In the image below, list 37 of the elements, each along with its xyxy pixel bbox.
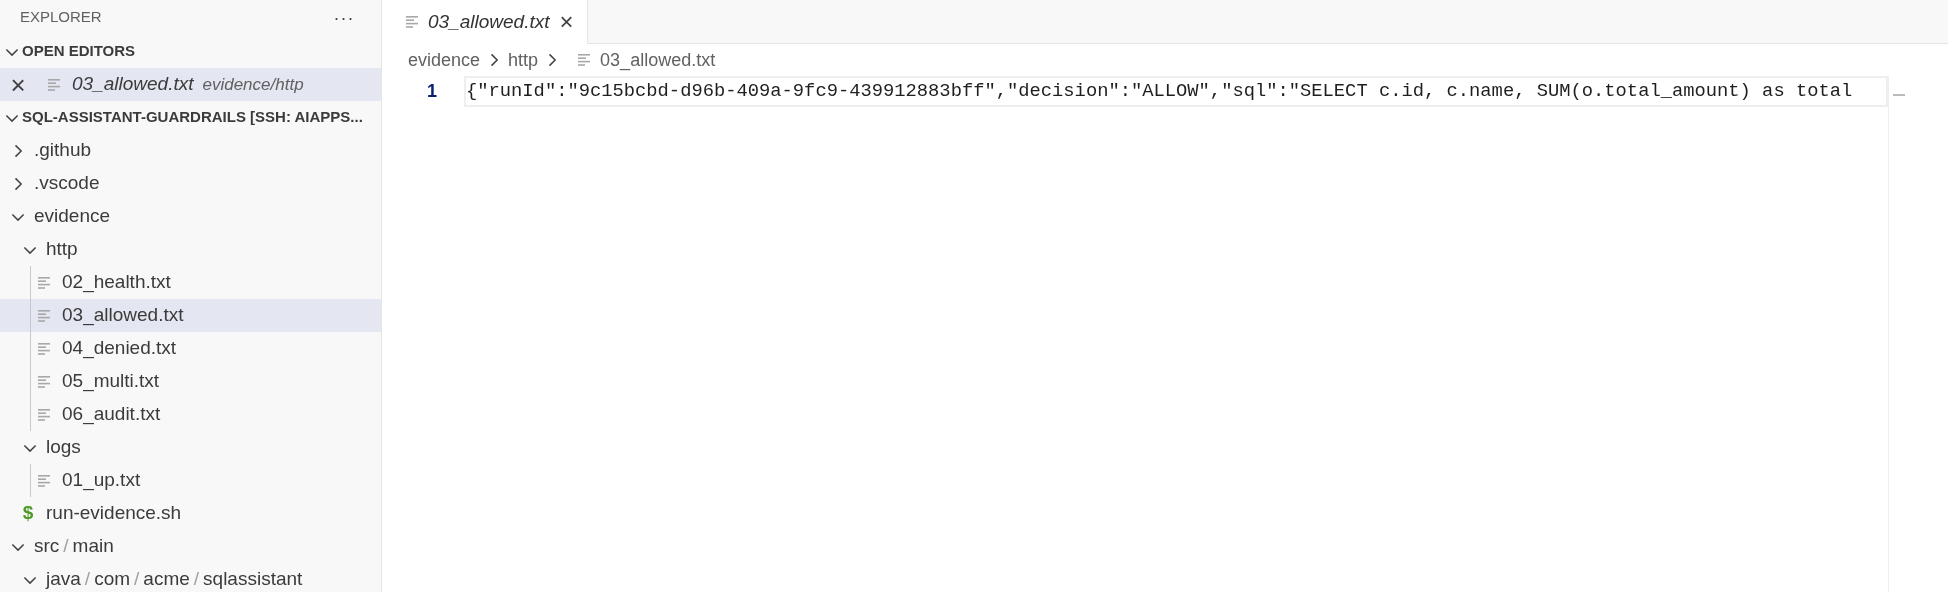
file-item[interactable]: run-evidence.sh bbox=[46, 499, 182, 528]
text-file-icon bbox=[576, 52, 593, 68]
text-file-icon bbox=[46, 76, 62, 93]
text-file-icon bbox=[36, 406, 52, 423]
breadcrumb-item[interactable]: 03_allowed.txt bbox=[600, 46, 716, 74]
minimap-line-icon bbox=[1893, 93, 1905, 96]
close-button[interactable]: × bbox=[549, 10, 574, 34]
text-file-icon bbox=[36, 274, 52, 291]
file-item[interactable]: 01_up.txt bbox=[62, 466, 141, 495]
text-file-icon bbox=[404, 14, 420, 30]
folder-item[interactable]: logs bbox=[46, 433, 81, 462]
text-file-icon bbox=[36, 373, 52, 390]
breadcrumb-item[interactable]: evidence bbox=[408, 46, 481, 74]
folder-item[interactable]: .github bbox=[34, 136, 92, 165]
folder-item[interactable]: .vscode bbox=[34, 169, 100, 198]
section-header[interactable]: OPEN EDITORS bbox=[22, 40, 136, 63]
breadcrumb-item[interactable]: http bbox=[508, 46, 539, 74]
text-file-icon bbox=[36, 307, 52, 324]
file-item[interactable]: 04_denied.txt bbox=[62, 334, 177, 363]
dollar-icon: $ bbox=[20, 499, 36, 528]
section-header[interactable]: SQL-ASSISTANT-GUARDRAILS [SSH: AIAPPS... bbox=[22, 106, 363, 129]
folder-item[interactable]: src / main bbox=[34, 532, 114, 561]
folder-item[interactable]: evidence bbox=[34, 202, 111, 231]
folder-item[interactable]: http bbox=[46, 235, 78, 264]
sidebar-title: EXPLORER bbox=[20, 7, 102, 28]
line-number: 1 bbox=[426, 80, 438, 103]
file-item[interactable]: 05_multi.txt bbox=[62, 367, 160, 396]
file-item[interactable]: 06_audit.txt bbox=[62, 400, 161, 429]
folder-item[interactable]: java / com / acme / sqlassistant bbox=[46, 565, 303, 592]
editor-tab[interactable]: 03_allowed.txt × bbox=[382, 0, 589, 44]
file-item[interactable]: 02_health.txt bbox=[62, 268, 171, 297]
code-line: {"runId":"9c15bcbd-d96b-409a-9fc9-439912883bff","decision":"ALLOW","sql":"SELECT c.id, c.name, SUM(o.total_amount) as total bbox=[466, 79, 1853, 105]
open-editor-item[interactable]: × 03_allowed.txt evidence/http bbox=[0, 68, 381, 101]
text-file-icon bbox=[36, 340, 52, 357]
text-file-icon bbox=[36, 472, 52, 489]
close-button[interactable]: × bbox=[6, 71, 30, 98]
more-actions-button[interactable]: ··· bbox=[329, 8, 359, 27]
